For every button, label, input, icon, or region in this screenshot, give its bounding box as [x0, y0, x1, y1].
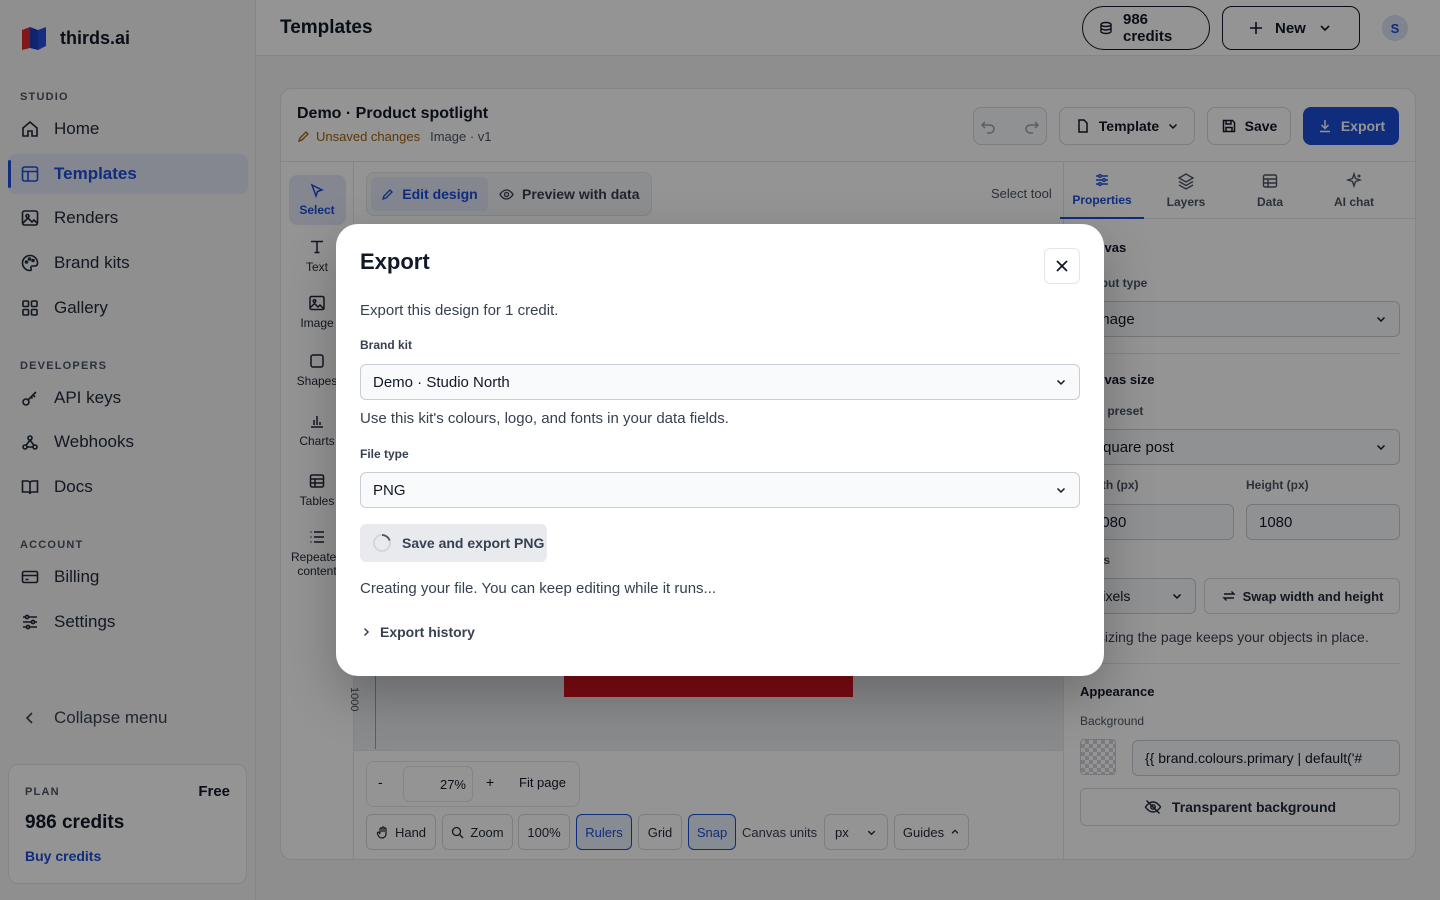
brand-kit-value: Demo · Studio North [373, 373, 510, 391]
brand-kit-label: Brand kit [360, 338, 413, 352]
save-and-export-button[interactable]: Save and export PNG [360, 524, 547, 562]
chevron-down-icon [1055, 376, 1067, 388]
chevron-down-icon [1055, 484, 1067, 496]
dialog-title: Export [360, 249, 430, 274]
export-status: Creating your file. You can keep editing… [360, 580, 717, 597]
file-type-select[interactable]: PNG [360, 472, 1080, 508]
save-and-export-label: Save and export PNG [402, 535, 545, 551]
brand-kit-select[interactable]: Demo · Studio North [360, 364, 1080, 400]
file-type-value: PNG [373, 481, 406, 499]
close-button[interactable] [1044, 248, 1080, 284]
file-type-label: File type [360, 447, 409, 461]
spinner-icon [372, 533, 392, 553]
brand-kit-help: Use this kit's colours, logo, and fonts … [360, 410, 729, 427]
export-dialog: Export Export this design for 1 credit. … [336, 224, 1104, 676]
export-history-toggle[interactable]: Export history [360, 624, 475, 640]
export-history-label: Export history [380, 624, 475, 640]
chevron-right-icon [360, 626, 372, 638]
dialog-subtitle: Export this design for 1 credit. [360, 302, 559, 319]
close-icon [1055, 259, 1069, 273]
